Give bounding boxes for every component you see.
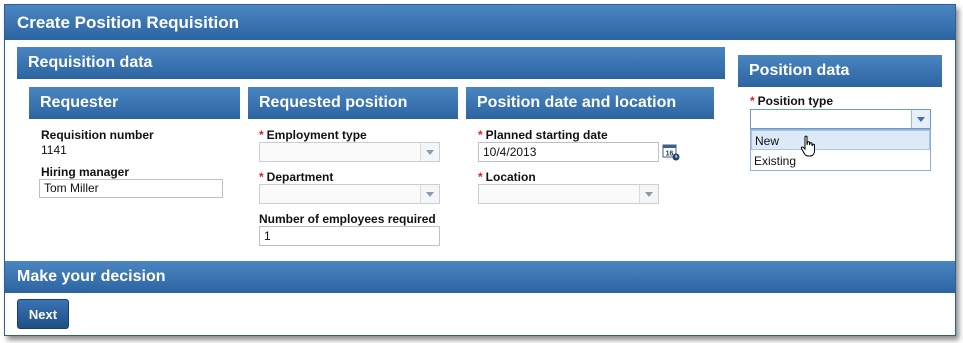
hand-cursor-icon [800,135,818,164]
location-label: * Location [478,170,536,184]
employment-type-label: * Employment type [259,128,367,142]
hiring-manager-label: Hiring manager [41,165,130,179]
num-employees-label: Number of employees required [259,212,436,226]
required-marker: * [750,94,755,108]
next-button[interactable]: Next [17,299,69,329]
requisition-form: Create Position Requisition Requisition … [4,4,956,336]
requisition-data-header: Requisition data [17,47,725,79]
start-date-label: * Planned starting date [478,128,608,142]
chevron-down-icon[interactable] [420,185,439,203]
start-date-field[interactable]: 10/4/2013 [478,142,659,162]
calendar-icon[interactable]: 16 [662,143,680,166]
employment-type-select[interactable] [259,142,440,162]
requester-header: Requester [29,87,240,119]
position-data-header: Position data [738,55,942,87]
option-new[interactable]: New [751,130,930,150]
department-label: * Department [259,170,334,184]
location-select[interactable] [478,184,659,204]
option-existing[interactable]: Existing [751,151,930,171]
position-date-location-header: Position date and location [466,87,714,119]
required-marker: * [259,128,264,142]
chevron-down-icon[interactable] [911,110,930,128]
position-type-label: * Position type [750,94,834,108]
position-type-dropdown: New Existing [750,129,931,171]
decision-header: Make your decision [5,261,955,293]
chevron-down-icon[interactable] [639,185,658,203]
page-title: Create Position Requisition [5,5,955,40]
svg-text:16: 16 [666,151,674,158]
required-marker: * [478,170,483,184]
hiring-manager-field[interactable]: Tom Miller [39,179,223,198]
requisition-number-value: 1141 [41,143,67,157]
required-marker: * [478,128,483,142]
num-employees-field[interactable]: 1 [259,226,440,246]
requested-position-header: Requested position [248,87,458,119]
requisition-number-label: Requisition number [41,128,154,142]
chevron-down-icon[interactable] [420,143,439,161]
department-select[interactable] [259,184,440,204]
required-marker: * [259,170,264,184]
position-type-select[interactable] [750,109,931,129]
